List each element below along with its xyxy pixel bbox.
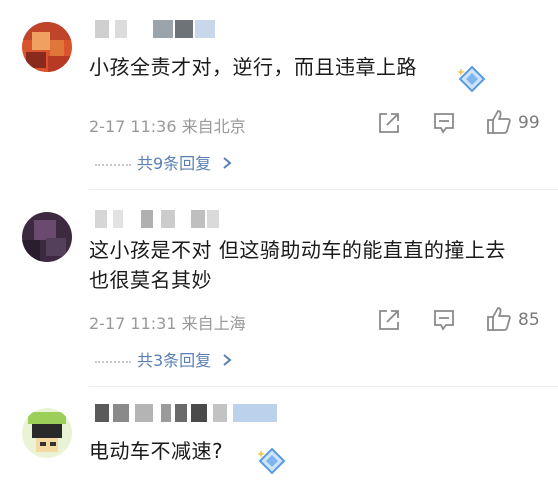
time-location: 2-17 11:36 来自北京 — [89, 117, 246, 136]
username-pixelated[interactable] — [95, 210, 225, 228]
username-pixelated[interactable] — [95, 404, 277, 422]
comment-text-line-1: 这小孩是不对 但这骑助动车的能直直的撞上去 — [89, 238, 506, 262]
username-pixelated[interactable] — [95, 20, 225, 38]
diamond-badge-icon — [457, 65, 486, 93]
comment-2: 这小孩是不对 但这骑助动车的能直直的撞上去 也很莫名其妙 2-17 11:31 … — [0, 190, 558, 390]
comment-icon[interactable] — [432, 308, 456, 332]
reply-divider-dots — [95, 360, 131, 363]
avatar[interactable] — [22, 22, 72, 72]
reply-divider-dots — [95, 163, 131, 166]
view-replies-link[interactable]: 共3条回复 — [95, 347, 234, 371]
share-icon[interactable] — [377, 111, 401, 135]
comment-3: 电动车不减速? — [0, 390, 558, 500]
view-replies-link[interactable]: 共9条回复 — [95, 150, 234, 174]
time-location: 2-17 11:31 来自上海 — [89, 314, 246, 333]
chevron-right-icon — [223, 157, 232, 169]
comment-1: 小孩全责才对，逆行，而且违章上路 2-17 11:36 来自北京 99 共9条回… — [0, 0, 558, 190]
comment-text: 小孩全责才对，逆行，而且违章上路 — [89, 55, 417, 79]
thumbs-up-icon[interactable] — [486, 109, 512, 135]
share-icon[interactable] — [377, 308, 401, 332]
replies-label: 共9条回复 — [137, 154, 212, 173]
replies-label: 共3条回复 — [137, 351, 212, 370]
like-count: 85 — [518, 310, 540, 330]
avatar[interactable] — [22, 408, 72, 458]
comment-text-line-2: 也很莫名其妙 — [89, 268, 212, 292]
chevron-right-icon — [223, 354, 232, 366]
thumbs-up-icon[interactable] — [486, 306, 512, 332]
divider — [89, 386, 558, 387]
avatar[interactable] — [22, 212, 72, 262]
comment-icon[interactable] — [432, 111, 456, 135]
diamond-badge-icon — [257, 447, 286, 475]
comment-text: 电动车不减速? — [89, 439, 224, 463]
like-count: 99 — [518, 113, 540, 133]
